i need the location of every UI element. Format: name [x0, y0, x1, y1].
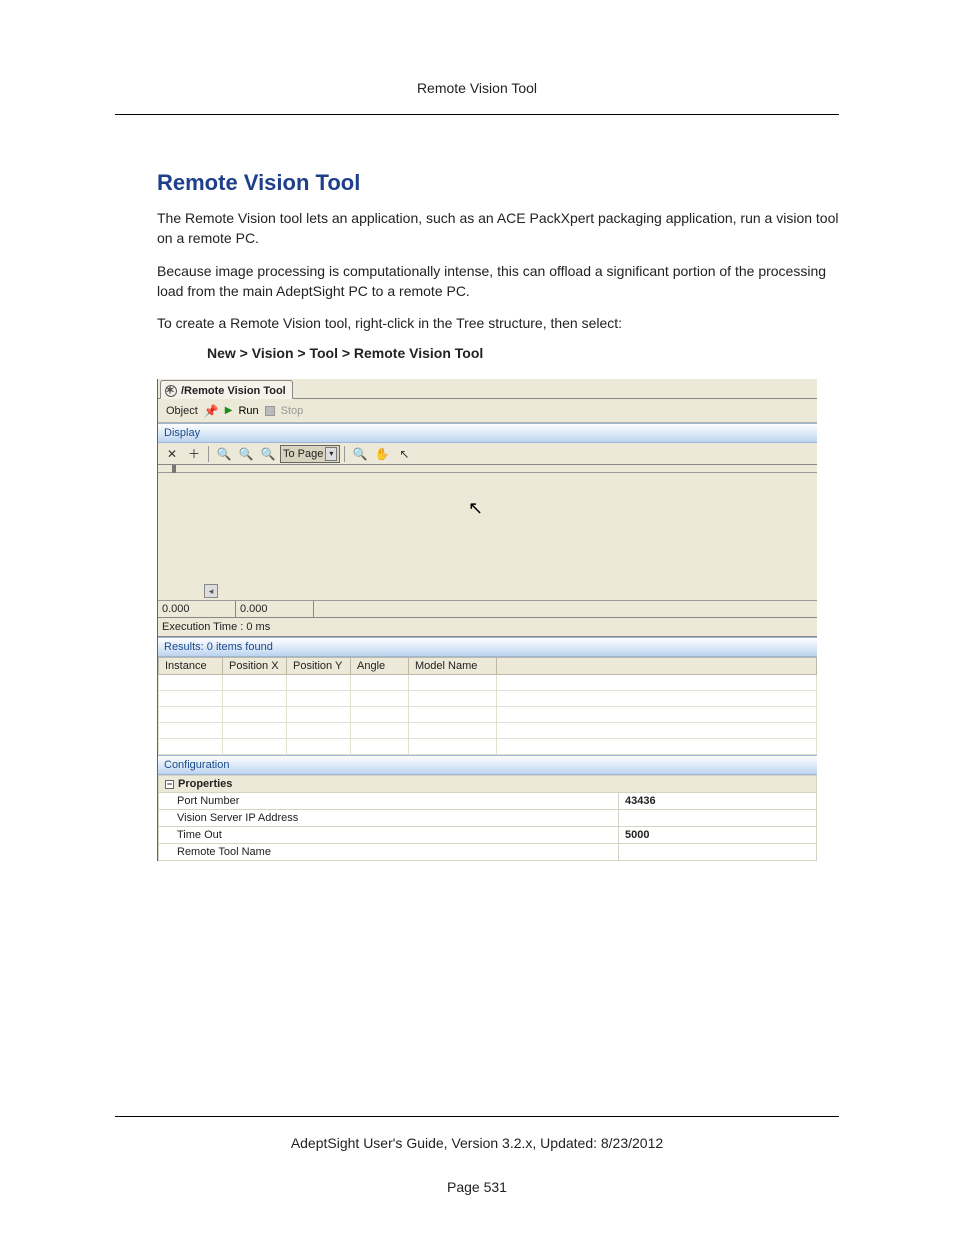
stop-button: Stop [281, 405, 304, 417]
coord-x: 0.000 [158, 601, 236, 617]
section-heading: Remote Vision Tool [157, 170, 839, 196]
property-row-remote-name[interactable]: Remote Tool Name [159, 844, 817, 861]
property-label: Remote Tool Name [159, 844, 619, 861]
footer-guide-text: AdeptSight User's Guide, Version 3.2.x, … [0, 1135, 954, 1151]
property-row-timeout[interactable]: Time Out 5000 [159, 827, 817, 844]
property-label: Port Number [159, 793, 619, 810]
tools-icon[interactable]: ✕ [162, 445, 182, 463]
stop-icon [265, 406, 275, 416]
collapse-icon[interactable]: − [165, 780, 174, 789]
properties-group-row[interactable]: −Properties [159, 776, 817, 793]
cursor-icon: ↖ [468, 498, 483, 519]
header-rule [115, 114, 839, 115]
table-row [159, 691, 817, 707]
table-row [159, 675, 817, 691]
object-menu[interactable]: Object [166, 405, 198, 417]
crosshair-icon[interactable]: ＋ [184, 445, 204, 463]
results-section-header: Results: 0 items found [158, 637, 817, 657]
body-paragraph-3: To create a Remote Vision tool, right-cl… [157, 313, 839, 333]
zoom-region-icon[interactable]: 🔍 [350, 445, 370, 463]
property-value[interactable]: 5000 [619, 827, 817, 844]
page-number: Page 531 [0, 1179, 954, 1195]
gear-icon [165, 385, 177, 397]
separator [208, 446, 210, 462]
document-page: Remote Vision Tool Remote Vision Tool Th… [0, 0, 954, 1235]
coordinate-bar: 0.000 0.000 [158, 601, 817, 618]
property-row-ip[interactable]: Vision Server IP Address [159, 810, 817, 827]
display-toolbar: ✕ ＋ 🔍 🔍 🔍 To Page ▾ 🔍 ✋ ↖ [158, 443, 817, 465]
property-label: Time Out [159, 827, 619, 844]
play-icon[interactable]: ▶ [225, 405, 233, 416]
run-button[interactable]: Run [238, 405, 258, 417]
page-header-title: Remote Vision Tool [115, 80, 839, 96]
properties-group-label: Properties [178, 778, 232, 790]
col-position-y[interactable]: Position Y [287, 658, 351, 675]
tab-label: /Remote Vision Tool [181, 385, 286, 397]
to-page-label: To Page [283, 448, 323, 460]
menu-path: New > Vision > Tool > Remote Vision Tool [207, 345, 839, 361]
properties-grid: −Properties Port Number 43436 Vision Ser… [158, 775, 817, 861]
table-row [159, 739, 817, 755]
footer-rule [115, 1116, 839, 1117]
coord-y: 0.000 [236, 601, 314, 617]
property-value[interactable] [619, 844, 817, 861]
col-instance[interactable]: Instance [159, 658, 223, 675]
execution-time: Execution Time : 0 ms [158, 618, 817, 637]
scroll-left-button[interactable]: ◂ [204, 584, 218, 598]
display-canvas[interactable]: ↖ ◂ [158, 473, 817, 601]
col-spacer [497, 658, 817, 675]
to-page-dropdown[interactable]: To Page ▾ [280, 445, 340, 463]
table-row [159, 707, 817, 723]
pin-icon[interactable]: 📌 [204, 404, 219, 418]
separator [344, 446, 346, 462]
page-footer: AdeptSight User's Guide, Version 3.2.x, … [0, 1116, 954, 1195]
hand-icon[interactable]: ✋ [372, 445, 392, 463]
body-paragraph-1: The Remote Vision tool lets an applicati… [157, 208, 839, 249]
property-value[interactable]: 43436 [619, 793, 817, 810]
results-table: Instance Position X Position Y Angle Mod… [158, 657, 817, 755]
zoom-100-icon[interactable]: 🔍 [258, 445, 278, 463]
col-model-name[interactable]: Model Name [409, 658, 497, 675]
display-section-header: Display [158, 423, 817, 443]
body-paragraph-2: Because image processing is computationa… [157, 261, 839, 302]
pointer-icon[interactable]: ↖ [394, 445, 414, 463]
property-row-port[interactable]: Port Number 43436 [159, 793, 817, 810]
tab-remote-vision-tool[interactable]: /Remote Vision Tool [160, 380, 293, 399]
property-value[interactable] [619, 810, 817, 827]
col-angle[interactable]: Angle [351, 658, 409, 675]
zoom-out-icon[interactable]: 🔍 [236, 445, 256, 463]
canvas-ruler [158, 465, 817, 473]
app-window: /Remote Vision Tool Object 📌 ▶ Run Stop … [157, 379, 817, 861]
table-row [159, 723, 817, 739]
chevron-down-icon: ▾ [325, 447, 337, 461]
tab-strip: /Remote Vision Tool [158, 379, 817, 399]
col-position-x[interactable]: Position X [223, 658, 287, 675]
object-toolbar: Object 📌 ▶ Run Stop [158, 399, 817, 423]
property-label: Vision Server IP Address [159, 810, 619, 827]
zoom-in-icon[interactable]: 🔍 [214, 445, 234, 463]
configuration-section-header: Configuration [158, 755, 817, 775]
